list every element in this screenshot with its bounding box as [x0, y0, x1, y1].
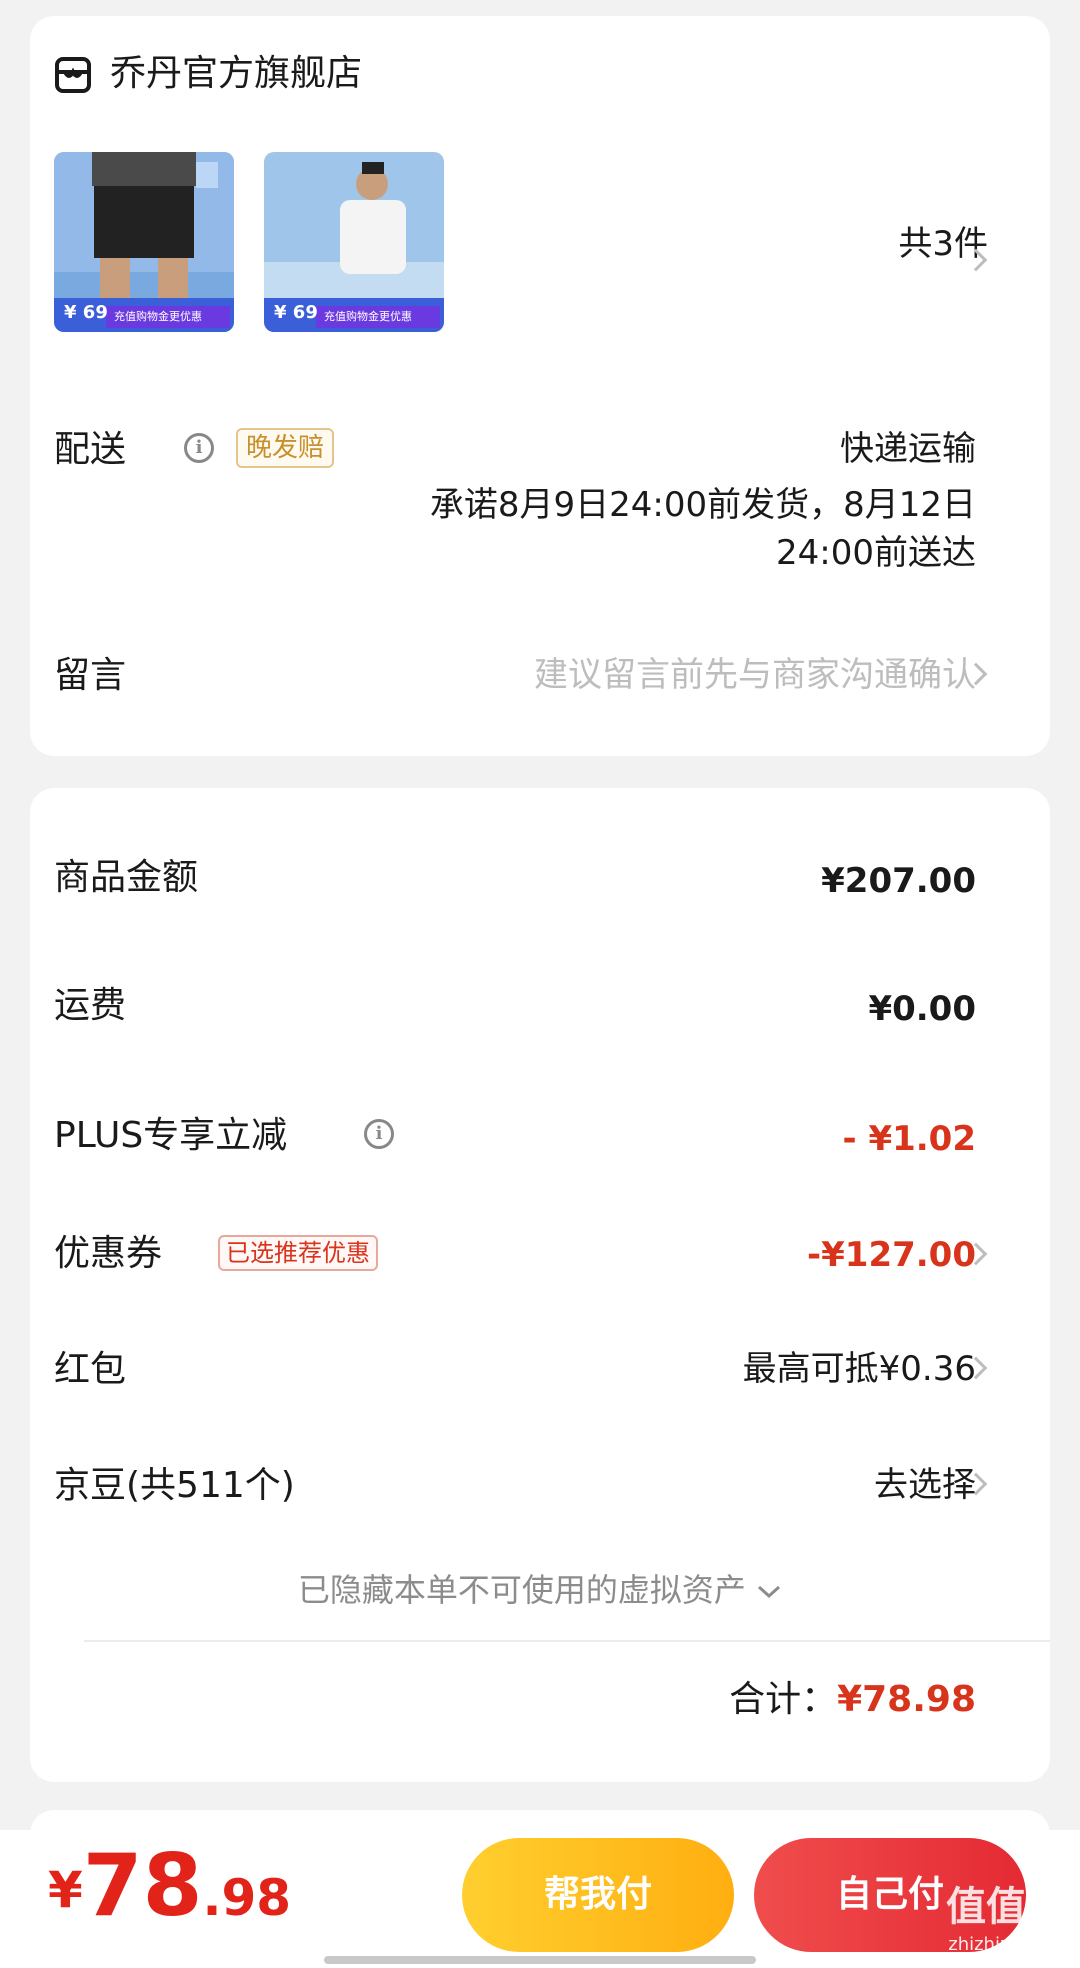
store-name[interactable]: 乔丹官方旗舰店 — [110, 50, 362, 98]
delivery-method: 快递运输 — [840, 429, 976, 469]
coupon-label: 优惠券 — [54, 1233, 163, 1274]
delivery-promise-line2: 24:00前送达 — [776, 533, 976, 573]
total-label: 合计： — [729, 1679, 838, 1720]
total-row: 合计：¥78.98 — [729, 1676, 976, 1724]
info-icon[interactable]: i — [184, 433, 214, 463]
pay-amount: ¥78.98 — [48, 1836, 292, 1936]
red-packet-value[interactable]: 最高可抵¥0.36 — [743, 1346, 976, 1392]
chevron-down-icon — [758, 1585, 781, 1599]
watermark-logo: 值值值 — [946, 1884, 1066, 1930]
store-icon — [55, 57, 91, 93]
watermark-url: zhizhizhi.com — [948, 1934, 1070, 1955]
goods-amount-value: ¥207.00 — [821, 861, 976, 901]
delivery-label: 配送 — [54, 429, 127, 470]
red-packet-label: 红包 — [54, 1349, 127, 1390]
shipping-fee-label: 运费 — [54, 985, 127, 1026]
price-summary-card — [30, 788, 1050, 1782]
plus-discount-value: - ¥1.02 — [842, 1119, 977, 1159]
divider — [84, 1640, 1050, 1642]
coupon-value[interactable]: -¥127.00 — [807, 1232, 976, 1278]
home-indicator[interactable] — [324, 1956, 756, 1964]
message-label: 留言 — [54, 655, 127, 696]
store-card — [30, 16, 1050, 756]
late-shipping-compensation-tag: 晚发赔 — [236, 428, 335, 468]
recommended-coupon-tag: 已选推荐优惠 — [218, 1235, 378, 1271]
goods-amount-label: 商品金额 — [54, 857, 199, 898]
message-input[interactable]: 建议留言前先与商家沟通确认 — [534, 652, 976, 698]
help-me-pay-button[interactable]: 帮我付 — [462, 1838, 734, 1952]
product-thumbnail[interactable]: ¥ 69 充值购物金更优惠 — [264, 152, 444, 332]
plus-discount-label: PLUS专享立减 — [54, 1115, 288, 1156]
total-value: ¥78.98 — [837, 1679, 976, 1720]
shipping-fee-value: ¥0.00 — [868, 989, 976, 1029]
info-icon[interactable]: i — [364, 1119, 394, 1149]
product-thumbnail[interactable]: ¥ 69 充值购物金更优惠 — [54, 152, 234, 332]
delivery-promise-line1: 承诺8月9日24:00前发货，8月12日 — [429, 485, 976, 525]
jingdou-label: 京豆(共511个) — [54, 1465, 295, 1506]
hidden-assets-toggle[interactable]: 已隐藏本单不可使用的虚拟资产 — [0, 1568, 1080, 1612]
jingdou-select[interactable]: 去选择 — [874, 1462, 976, 1508]
